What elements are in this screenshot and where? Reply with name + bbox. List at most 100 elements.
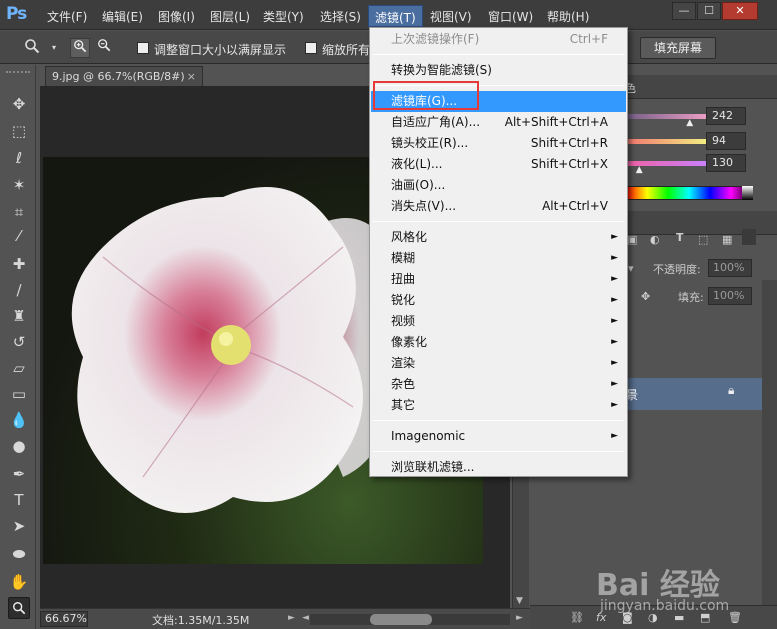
filter-menu-item-shortcut: Ctrl+F [569,32,608,46]
close-tab-icon[interactable]: × [187,70,196,83]
move-tool-icon[interactable]: ✥ [8,93,30,115]
filter-menu-item-label: 风格化 [391,230,428,244]
link-layers-icon[interactable]: ⛓ [570,611,584,624]
gradient-tool-icon[interactable]: ▭ [8,383,30,405]
color-value-field-1[interactable]: 94 [706,132,746,150]
filter-menu-item[interactable]: 液化(L)... Shift+Ctrl+X [371,154,626,175]
zoom-in-icon[interactable] [70,38,90,58]
horizontal-scroll-thumb[interactable] [370,614,432,625]
filter-menu-item[interactable]: 油画(O)... [371,175,626,196]
filter-menu-item[interactable]: 锐化 ► [371,290,626,311]
slider-knob-icon[interactable]: ▲ [686,118,693,128]
scroll-right-arrow-icon[interactable]: ► [516,613,523,623]
fill-field[interactable]: 100% [708,287,752,305]
filter-smart-object-icon[interactable]: ▦ [722,233,732,246]
clone-stamp-tool-icon[interactable]: ♜ [8,305,30,327]
menu-item-5[interactable]: 选择(S) [320,8,361,26]
filter-menu-item-label: 模糊 [391,251,416,265]
lasso-tool-icon[interactable]: ℓ [8,147,30,169]
filter-menu-item[interactable]: 镜头校正(R)... Shift+Ctrl+R [371,133,626,154]
history-brush-tool-icon[interactable]: ↺ [8,331,30,353]
type-tool-icon[interactable]: T [8,489,30,511]
close-window-button[interactable]: ✕ [722,2,758,20]
menu-item-9[interactable]: 帮助(H) [547,8,589,26]
healing-brush-tool-icon[interactable]: ✚ [8,253,30,275]
black-white-swatch[interactable] [742,186,753,200]
crop-tool-icon[interactable]: ⌗ [8,201,30,223]
lock-position-icon[interactable]: ✥ [641,290,650,303]
menu-item-1[interactable]: 编辑(E) [102,8,143,26]
color-spectrum-bar[interactable] [625,186,753,200]
zoom-out-icon[interactable] [94,38,114,58]
filter-shape-icon[interactable]: ⬚ [698,233,708,246]
filter-menu-item-label: 扭曲 [391,272,416,286]
filter-menu-item: 上次滤镜操作(F) Ctrl+F [371,29,626,50]
menu-item-0[interactable]: 文件(F) [47,8,87,26]
menu-item-3[interactable]: 图层(L) [210,8,250,26]
marquee-tool-icon[interactable]: ⬚ [8,120,30,142]
color-value-field-2[interactable]: 130 [706,154,746,172]
menu-item-4[interactable]: 类型(Y) [263,8,304,26]
tool-preset-dropdown-icon[interactable]: ▾ [44,38,64,58]
layers-scrollbar[interactable] [762,280,777,605]
menu-separator [373,420,624,421]
color-slider-0[interactable]: ▲ [620,114,710,128]
filter-menu-item[interactable]: 渲染 ► [371,353,626,374]
eraser-tool-icon[interactable]: ▱ [8,357,30,379]
filter-menu-item[interactable]: 扭曲 ► [371,269,626,290]
filter-menu-item[interactable]: 消失点(V)... Alt+Ctrl+V [371,196,626,217]
filter-menu-item-label: 油画(O)... [391,178,446,192]
zoom-tool-preset-icon[interactable] [22,38,42,58]
fill-screen-button[interactable]: 填充屏幕 [640,37,716,59]
filter-menu-item[interactable]: 自适应广角(A)... Alt+Shift+Ctrl+A [371,112,626,133]
filter-adjustment-icon[interactable]: ◐ [650,233,660,246]
filter-toggle-icon[interactable] [742,229,756,245]
color-slider-1[interactable]: ▲ [620,139,710,153]
canvas-horizontal-scrollbar[interactable] [310,614,510,625]
zoom-level-field[interactable]: 66.67% [40,611,88,627]
menu-bar: Ps — ☐ ✕ 文件(F) 编辑(E) 图像(I) 图层(L) 类型(Y) 选择(S) 滤… [0,0,777,30]
resize-windows-checkbox[interactable] [137,42,149,54]
magic-wand-tool-icon[interactable]: ✶ [8,174,30,196]
scroll-left-arrow-icon[interactable]: ◄ [302,613,309,623]
filter-menu-item-label: 转换为智能滤镜(S) [391,63,492,77]
status-menu-arrow-icon[interactable]: ► [288,613,295,623]
filter-pixel-icon[interactable]: ▣ [627,233,637,246]
filter-menu-item[interactable]: 模糊 ► [371,248,626,269]
brush-tool-icon[interactable]: ∕ [8,279,30,301]
path-selection-tool-icon[interactable]: ➤ [8,515,30,537]
zoom-all-checkbox[interactable] [305,42,317,54]
blur-tool-icon[interactable]: 💧 [8,409,30,431]
filter-menu-item[interactable]: 浏览联机滤镜... [371,457,626,478]
pen-tool-icon[interactable]: ✒ [8,463,30,485]
menu-item-7[interactable]: 视图(V) [430,8,472,26]
filter-menu-item[interactable]: 其它 ► [371,395,626,416]
dodge-tool-icon[interactable]: ● [8,435,30,457]
scroll-down-arrow-icon[interactable]: ▼ [516,596,523,606]
color-slider-2[interactable]: ▲ [620,161,710,175]
filter-menu-item[interactable]: 转换为智能滤镜(S) [371,60,626,81]
menu-item-6[interactable]: 滤镜(T) [368,5,423,27]
menu-item-2[interactable]: 图像(I) [158,8,195,26]
filter-menu-item[interactable]: 像素化 ► [371,332,626,353]
eyedropper-tool-icon[interactable]: ⁄ [8,225,30,247]
slider-knob-icon[interactable]: ▲ [636,165,643,175]
filter-menu-item[interactable]: 风格化 ► [371,227,626,248]
hand-tool-icon[interactable]: ✋ [8,571,30,593]
document-tab[interactable]: 9.jpg @ 66.7%(RGB/8#) × [45,66,203,86]
submenu-arrow-icon: ► [611,232,618,242]
zoom-all-label: 缩放所有 [322,43,371,57]
ellipse-shape-tool-icon[interactable]: ⬬ [8,543,30,565]
filter-menu-item[interactable]: 杂色 ► [371,374,626,395]
filter-type-icon[interactable]: T [676,231,684,244]
menu-item-8[interactable]: 窗口(W) [488,8,533,26]
blend-mode-dropdown-icon[interactable]: ▾ [628,262,634,275]
restore-button[interactable]: ☐ [697,2,721,20]
minimize-button[interactable]: — [672,2,696,20]
panel-grip[interactable] [6,71,30,79]
zoom-tool-icon[interactable] [8,597,30,619]
opacity-field[interactable]: 100% [708,259,752,277]
color-value-field-0[interactable]: 242 [706,107,746,125]
filter-menu-item[interactable]: Imagenomic ► [371,426,626,447]
filter-menu-item[interactable]: 视频 ► [371,311,626,332]
